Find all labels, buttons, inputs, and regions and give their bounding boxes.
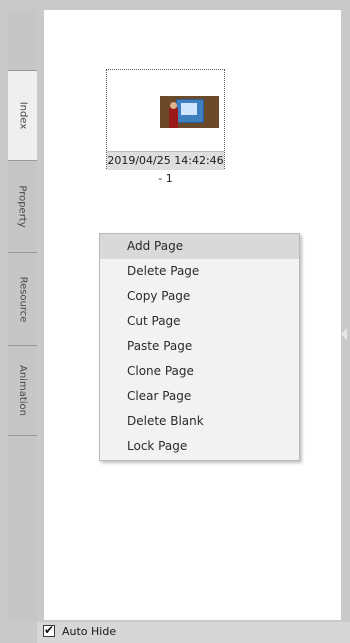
menu-item-clone-page[interactable]: Clone Page xyxy=(100,359,299,384)
menu-item-delete-page[interactable]: Delete Page xyxy=(100,259,299,284)
tab-property-label: Property xyxy=(17,185,29,228)
side-panel-window: Index Property Resource Animation 2019/0… xyxy=(0,0,350,643)
menu-item-delete-blank[interactable]: Delete Blank xyxy=(100,409,299,434)
tab-resource[interactable]: Resource xyxy=(8,252,37,345)
menu-item-clear-page[interactable]: Clear Page xyxy=(100,384,299,409)
menu-item-paste-page[interactable]: Paste Page xyxy=(100,334,299,359)
collapse-arrow-icon[interactable] xyxy=(341,328,347,340)
tab-resource-label: Resource xyxy=(17,276,29,322)
auto-hide-label[interactable]: Auto Hide xyxy=(62,624,116,639)
auto-hide-checkbox[interactable]: ✔ xyxy=(43,623,55,637)
menu-item-lock-page[interactable]: Lock Page xyxy=(100,434,299,459)
tab-animation[interactable]: Animation xyxy=(8,345,37,436)
menu-item-copy-page[interactable]: Copy Page xyxy=(100,284,299,309)
side-tab-bar: Index Property Resource Animation xyxy=(8,10,37,622)
tab-index-label: Index xyxy=(17,101,28,130)
page-thumbnail[interactable]: 2019/04/25 14:42:46 - 1 xyxy=(106,69,225,185)
footer-bar: ✔ Auto Hide xyxy=(37,622,350,643)
thumbnail-caption: 2019/04/25 14:42:46 - 1 xyxy=(107,151,224,185)
menu-item-add-page[interactable]: Add Page xyxy=(100,234,299,259)
menu-item-cut-page[interactable]: Cut Page xyxy=(100,309,299,334)
thumbnail-image xyxy=(160,96,219,128)
context-menu: Add Page Delete Page Copy Page Cut Page … xyxy=(99,233,300,461)
tab-index[interactable]: Index xyxy=(8,70,37,160)
tab-animation-label: Animation xyxy=(17,365,29,416)
tab-property[interactable]: Property xyxy=(8,160,37,252)
checkmark-icon: ✔ xyxy=(44,623,55,637)
